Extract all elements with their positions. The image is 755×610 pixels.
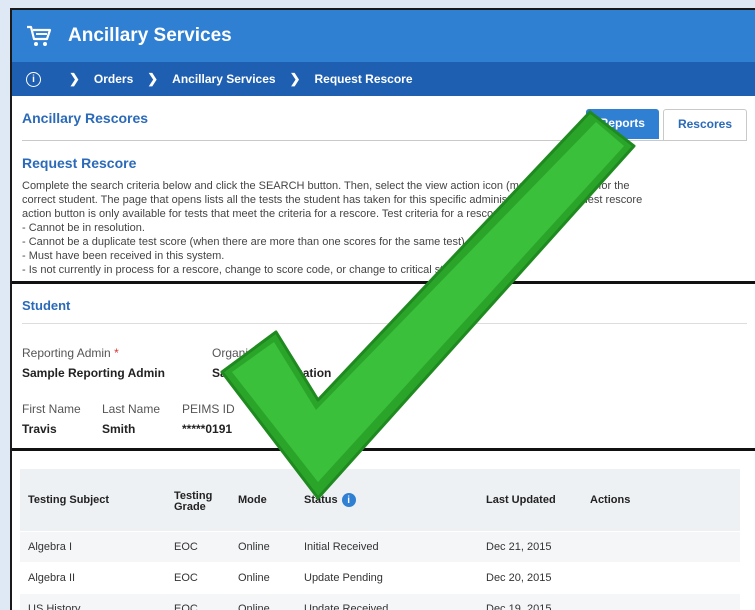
breadcrumb-ancillary-services[interactable]: Ancillary Services (172, 72, 275, 86)
cell-actions (582, 532, 740, 563)
col-last-updated[interactable]: Last Updated (478, 469, 582, 532)
col-testing-subject[interactable]: Testing Subject (20, 469, 166, 532)
tab-bar: Reports Rescores (582, 109, 747, 140)
instruction-line: correct student. The page that opens lis… (22, 193, 747, 207)
table-row[interactable]: US History EOC Online Update Received De… (20, 594, 740, 610)
app-header: Ancillary Services (12, 10, 755, 62)
tab-reports[interactable]: Reports (586, 109, 659, 139)
breadcrumb-orders[interactable]: Orders (94, 72, 133, 86)
tab-rescores[interactable]: Rescores (663, 109, 747, 140)
breadcrumb: i ❯ Orders ❯ Ancillary Services ❯ Reques… (12, 62, 755, 96)
cell-last-updated: Dec 19, 2015 (478, 594, 582, 610)
request-rescore-title: Request Rescore (22, 155, 747, 171)
first-name-value: Travis (22, 422, 102, 436)
breadcrumb-request-rescore: Request Rescore (314, 72, 412, 86)
cell-subject: Algebra I (20, 532, 166, 563)
last-name-value: Smith (102, 422, 182, 436)
first-name-label: First Name (22, 402, 102, 416)
cell-last-updated: Dec 21, 2015 (478, 532, 582, 563)
organization-value: Sample Organization (212, 366, 331, 380)
cell-grade: EOC (166, 532, 230, 563)
reporting-admin-label: Reporting Admin (22, 346, 111, 360)
required-marker: * (283, 346, 288, 360)
col-status[interactable]: Statusi (296, 469, 478, 532)
page-header: Ancillary Rescores Reports Rescores (22, 96, 747, 141)
col-testing-grade-label: Testing Grade (174, 491, 214, 513)
cell-subject: US History (20, 594, 166, 610)
organization-label: Organization (212, 346, 280, 360)
chevron-right-icon: ❯ (290, 71, 301, 87)
app-title: Ancillary Services (68, 25, 232, 47)
col-mode[interactable]: Mode (230, 469, 296, 532)
chevron-right-icon: ❯ (147, 71, 158, 87)
peims-id-value: *****0191 (182, 422, 232, 436)
table-header-row: Testing Subject Testing Grade Mode Statu… (20, 469, 740, 532)
shopping-cart-icon (26, 23, 54, 49)
col-testing-grade[interactable]: Testing Grade (166, 469, 230, 532)
instruction-line: - Is not currently in process for a resc… (22, 263, 747, 277)
last-name-label: Last Name (102, 402, 182, 416)
cell-actions (582, 563, 740, 594)
table-row[interactable]: Algebra I EOC Online Initial Received De… (20, 532, 740, 563)
instruction-line: Complete the search criteria below and c… (22, 179, 747, 193)
cell-status: Update Pending (296, 563, 478, 594)
cell-grade: EOC (166, 594, 230, 610)
required-marker: * (114, 346, 119, 360)
cell-mode: Online (230, 563, 296, 594)
instruction-line: action button is only available for test… (22, 207, 747, 221)
cell-actions (582, 594, 740, 610)
cell-status: Update Received (296, 594, 478, 610)
organization-label-wrap: Organization * (212, 346, 288, 360)
cell-mode: Online (230, 532, 296, 563)
cell-last-updated: Dec 20, 2015 (478, 563, 582, 594)
instruction-line: - Cannot be in resolution. (22, 221, 747, 235)
col-status-label: Status (304, 494, 338, 506)
info-icon[interactable]: i (26, 72, 41, 87)
student-fields: Reporting Admin * Organization * Sample … (12, 324, 755, 436)
instructions: Complete the search criteria below and c… (22, 179, 747, 277)
tests-table: Testing Subject Testing Grade Mode Statu… (20, 469, 740, 610)
reporting-admin-value: Sample Reporting Admin (22, 366, 212, 380)
instruction-line: - Cannot be a duplicate test score (when… (22, 235, 747, 249)
cell-mode: Online (230, 594, 296, 610)
cell-subject: Algebra II (20, 563, 166, 594)
reporting-admin-label-wrap: Reporting Admin * (22, 346, 212, 360)
app-frame: Ancillary Services i ❯ Orders ❯ Ancillar… (10, 8, 755, 610)
cell-status: Initial Received (296, 532, 478, 563)
student-section-title: Student (22, 284, 747, 324)
instruction-line: - Must have been received in this system… (22, 249, 747, 263)
peims-id-label: PEIMS ID (182, 402, 235, 416)
table-row[interactable]: Algebra II EOC Online Update Pending Dec… (20, 563, 740, 594)
page-title: Ancillary Rescores (22, 110, 148, 126)
col-actions: Actions (582, 469, 740, 532)
cell-grade: EOC (166, 563, 230, 594)
info-icon[interactable]: i (342, 493, 356, 507)
divider (12, 448, 755, 451)
chevron-right-icon: ❯ (69, 71, 80, 87)
